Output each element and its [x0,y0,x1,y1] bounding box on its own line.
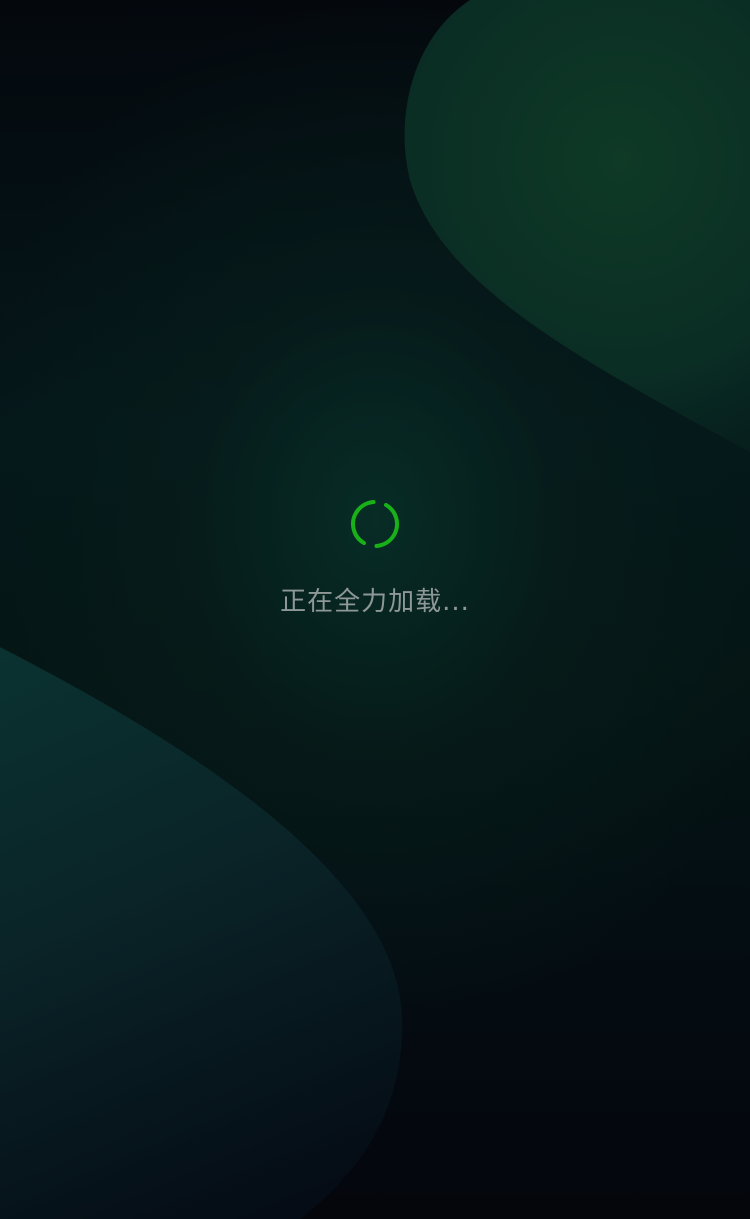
loading-message: 正在全力加载... [280,587,470,617]
loading-screen: 正在全力加载... [0,0,750,1219]
loading-indicator: 正在全力加载... [0,0,750,1219]
loading-spinner-icon [351,500,399,548]
